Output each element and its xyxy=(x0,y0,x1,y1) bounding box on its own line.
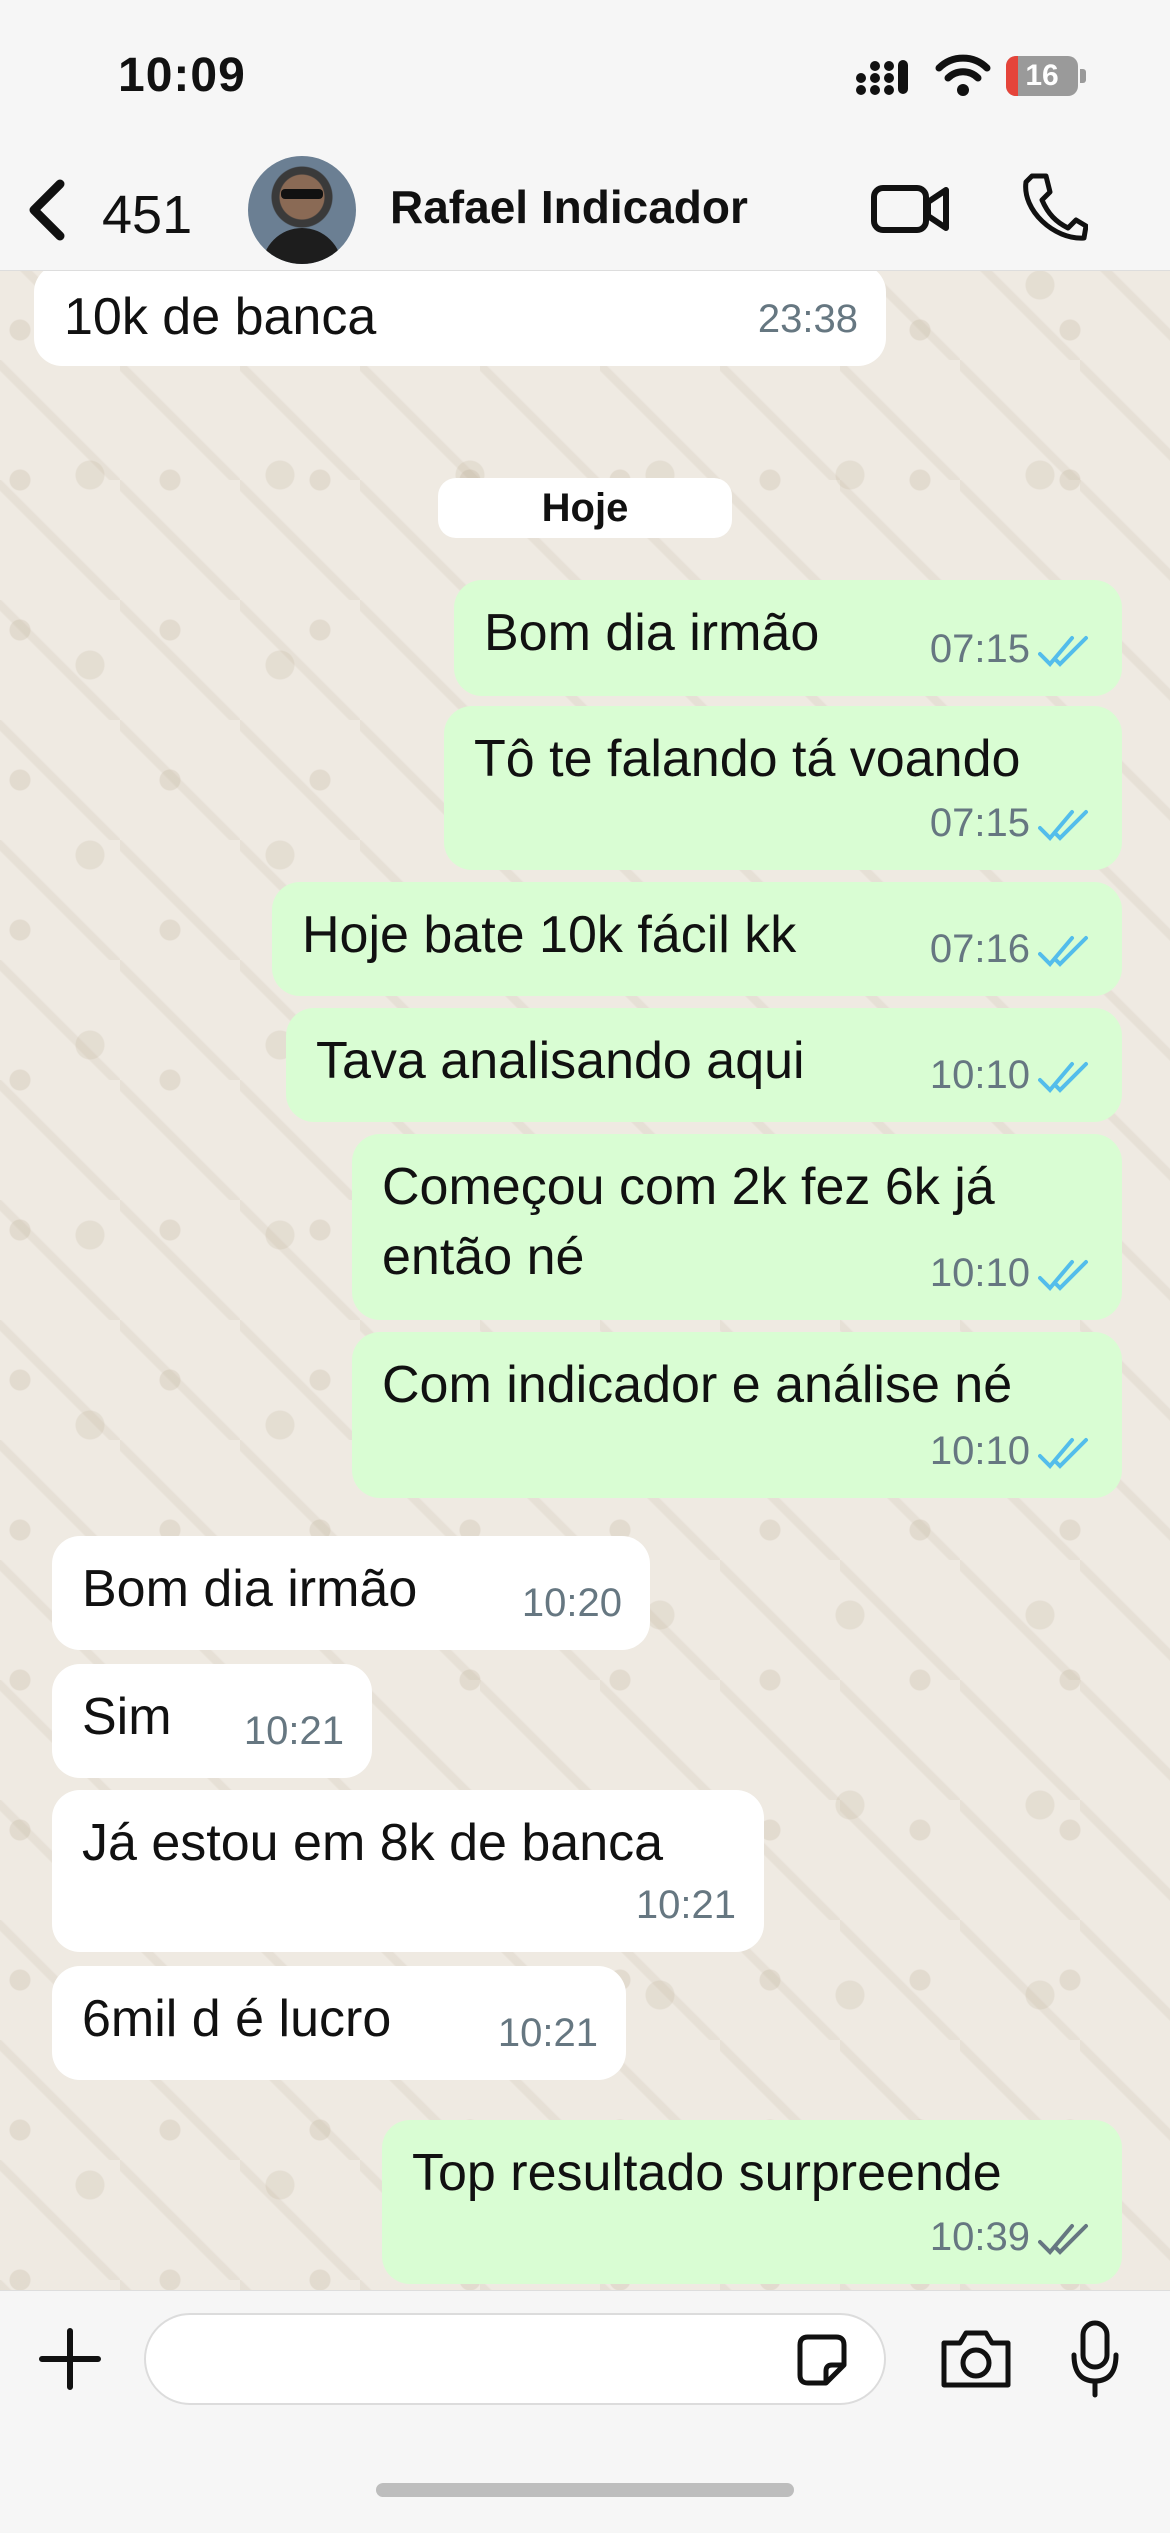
home-indicator xyxy=(376,2483,794,2497)
message-bubble-outgoing[interactable]: Começou com 2k fez 6k já então né 10:10 xyxy=(352,1134,1122,1320)
message-text: 10k de banca xyxy=(64,288,377,346)
message-bubble-incoming[interactable]: Sim 10:21 xyxy=(52,1664,372,1778)
message-meta: 07:15 xyxy=(930,614,1094,684)
message-bubble-outgoing[interactable]: Bom dia irmão 07:15 xyxy=(454,580,1122,696)
message-time: 10:21 xyxy=(497,2011,598,2055)
message-time: 07:15 xyxy=(929,801,1030,845)
message-time: 07:16 xyxy=(929,927,1030,971)
composer-bar xyxy=(0,2290,1170,2533)
message-time: 10:21 xyxy=(635,1883,736,1927)
message-time: 10:21 xyxy=(243,1709,344,1753)
double-check-icon xyxy=(1038,1438,1088,1470)
double-check-icon xyxy=(1038,936,1088,968)
sticker-icon[interactable] xyxy=(792,2331,852,2391)
battery-indicator: 16 xyxy=(1006,56,1086,96)
message-bubble-incoming[interactable]: 6mil d é lucro 10:21 xyxy=(52,1966,626,2080)
status-time: 10:09 xyxy=(118,49,246,102)
message-meta: 10:39 xyxy=(930,2202,1094,2272)
message-time: 07:15 xyxy=(929,627,1030,671)
message-meta: 07:16 xyxy=(930,914,1094,984)
battery-level: 16 xyxy=(1025,59,1059,92)
message-meta: 07:15 xyxy=(930,788,1094,858)
message-text: Já estou em 8k de banca xyxy=(82,1814,664,1872)
message-bubble-outgoing[interactable]: Top resultado surpreende 10:39 xyxy=(382,2120,1122,2284)
message-text: Com indicador e análise né xyxy=(382,1356,1013,1414)
double-check-icon xyxy=(1038,810,1088,842)
double-check-icon xyxy=(1038,636,1088,668)
cellular-signal-icon xyxy=(856,60,908,95)
double-check-icon xyxy=(1038,1260,1088,1292)
status-bar: 10:09 16 xyxy=(0,0,1170,150)
message-text: Tô te falando tá voando xyxy=(474,730,1021,788)
message-input[interactable] xyxy=(144,2313,886,2405)
message-bubble-incoming[interactable]: 10k de banca 23:38 xyxy=(34,264,886,366)
double-check-icon xyxy=(1038,1062,1088,1094)
back-chevron-icon xyxy=(29,179,65,241)
camera-icon[interactable] xyxy=(938,2327,1014,2391)
message-time: 10:10 xyxy=(929,1251,1030,1295)
video-camera-icon[interactable] xyxy=(870,174,950,244)
message-time: 10:39 xyxy=(929,2215,1030,2259)
message-text: Top resultado surpreende xyxy=(412,2144,1002,2202)
message-bubble-outgoing[interactable]: Tô te falando tá voando 07:15 xyxy=(444,706,1122,870)
message-meta: 10:10 xyxy=(930,1416,1094,1486)
wifi-icon xyxy=(935,54,991,96)
message-bubble-outgoing[interactable]: Com indicador e análise né 10:10 xyxy=(352,1332,1122,1498)
message-time: 10:10 xyxy=(929,1429,1030,1473)
contact-avatar[interactable] xyxy=(248,156,356,264)
double-check-icon xyxy=(1038,2224,1088,2256)
message-bubble-outgoing[interactable]: Tava analisando aqui 10:10 xyxy=(286,1008,1122,1122)
message-bubble-outgoing[interactable]: Hoje bate 10k fácil kk 07:16 xyxy=(272,882,1122,996)
message-meta: 10:10 xyxy=(930,1238,1094,1308)
unread-count: 451 xyxy=(102,185,193,245)
message-time: 23:38 xyxy=(757,297,858,341)
message-time: 10:10 xyxy=(929,1053,1030,1097)
message-bubble-incoming[interactable]: Já estou em 8k de banca 10:21 xyxy=(52,1790,764,1952)
microphone-icon[interactable] xyxy=(1070,2319,1120,2399)
contact-name[interactable]: Rafael Indicador xyxy=(390,180,748,234)
message-bubble-incoming[interactable]: Bom dia irmão 10:20 xyxy=(52,1536,650,1650)
plus-icon[interactable] xyxy=(38,2327,102,2391)
phone-icon[interactable] xyxy=(1018,170,1088,244)
message-meta: 10:10 xyxy=(930,1040,1094,1110)
date-separator: Hoje xyxy=(438,478,732,538)
back-button[interactable]: 451 xyxy=(24,170,224,250)
message-time: 10:20 xyxy=(521,1581,622,1625)
chat-header: 451 Rafael Indicador xyxy=(0,150,1170,271)
